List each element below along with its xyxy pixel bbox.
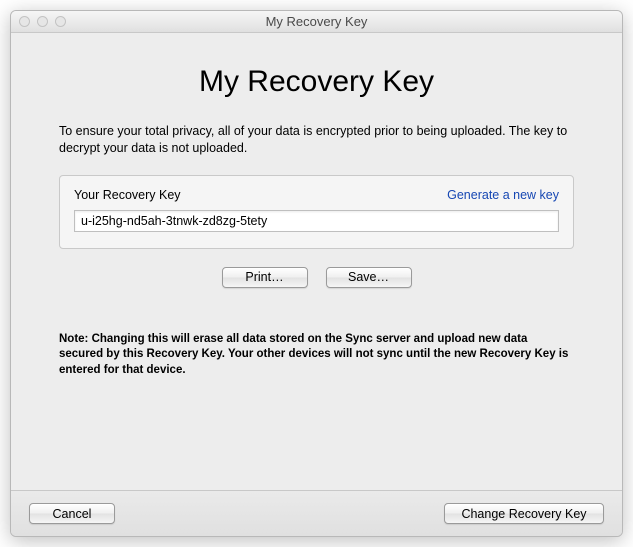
intro-text: To ensure your total privacy, all of you… <box>59 123 574 157</box>
page-title: My Recovery Key <box>59 65 574 99</box>
generate-new-key-link[interactable]: Generate a new key <box>447 188 559 202</box>
change-recovery-key-button[interactable]: Change Recovery Key <box>444 503 604 524</box>
action-button-row: Print… Save… <box>59 267 574 288</box>
cancel-button[interactable]: Cancel <box>29 503 115 524</box>
window-controls <box>19 16 66 27</box>
recovery-key-panel: Your Recovery Key Generate a new key <box>59 175 574 249</box>
content-area: My Recovery Key To ensure your total pri… <box>11 33 622 490</box>
save-button[interactable]: Save… <box>326 267 412 288</box>
dialog-footer: Cancel Change Recovery Key <box>11 490 622 536</box>
note-text: Note: Changing this will erase all data … <box>59 332 574 379</box>
close-icon[interactable] <box>19 16 30 27</box>
dialog-window: My Recovery Key My Recovery Key To ensur… <box>10 10 623 537</box>
print-button[interactable]: Print… <box>222 267 308 288</box>
panel-header: Your Recovery Key Generate a new key <box>74 188 559 202</box>
recovery-key-input[interactable] <box>74 210 559 232</box>
minimize-icon[interactable] <box>37 16 48 27</box>
window-title: My Recovery Key <box>11 14 622 29</box>
zoom-icon[interactable] <box>55 16 66 27</box>
recovery-key-label: Your Recovery Key <box>74 188 181 202</box>
titlebar: My Recovery Key <box>11 11 622 33</box>
